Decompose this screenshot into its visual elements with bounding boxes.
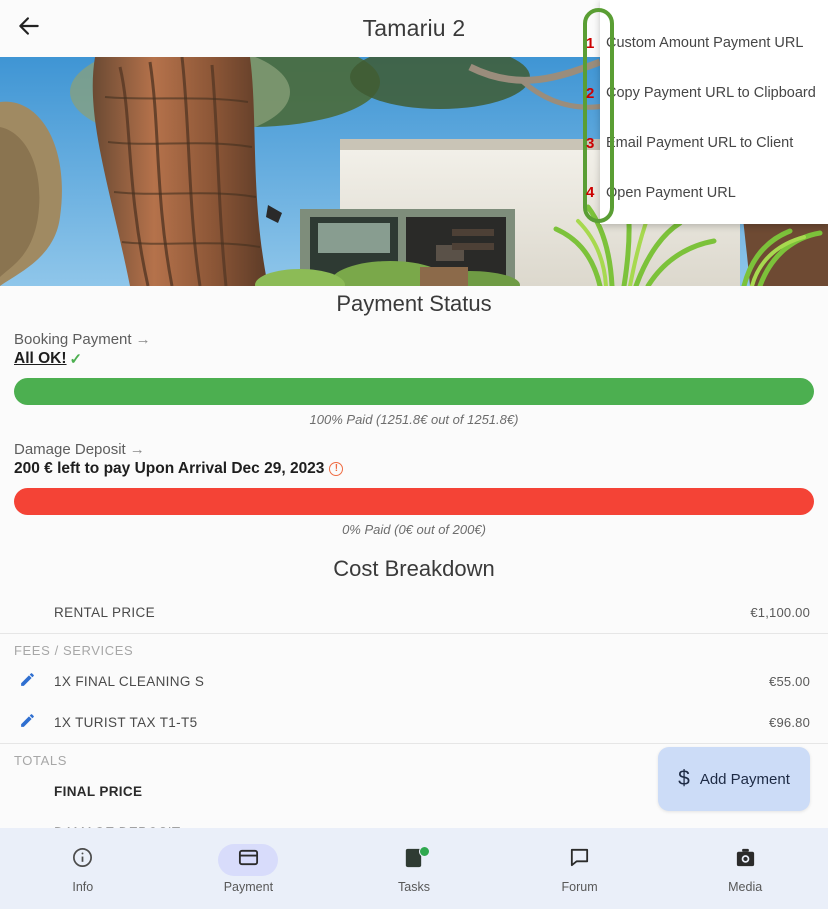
add-payment-button[interactable]: $ Add Payment (658, 747, 810, 811)
dollar-icon: $ (678, 767, 690, 790)
nav-icon-wrap (218, 843, 279, 876)
edit-fee-button[interactable] (0, 671, 54, 693)
nav-label: Payment (223, 879, 274, 894)
damage-deposit-progress-bar (14, 488, 814, 515)
menu-item-copy-payment-url[interactable]: Copy Payment URL to Clipboard (600, 68, 828, 118)
alert-circle-icon[interactable]: ! (329, 462, 344, 476)
annotation-number-3: 3 (586, 135, 595, 152)
nav-label: Info (72, 879, 94, 894)
damage-deposit-status-row: 200 € left to pay Upon Arrival Dec 29, 2… (14, 460, 814, 478)
menu-item-label: Email Payment URL to Client (606, 135, 794, 151)
cost-row-value: €1,100.00 (750, 605, 810, 620)
payment-url-menu[interactable]: Custom Amount Payment URL Copy Payment U… (600, 0, 828, 224)
edit-fee-button[interactable] (0, 712, 54, 734)
table-row[interactable]: 1X FINAL CLEANING S €55.00 (0, 661, 828, 702)
menu-item-open-payment-url[interactable]: Open Payment URL (600, 168, 828, 218)
annotation-number-2: 2 (586, 85, 595, 102)
cost-row-name: 1X TURIST TAX T1-T5 (54, 715, 198, 730)
damage-deposit-status: 200 € left to pay Upon Arrival Dec 29, 2… (14, 460, 325, 477)
menu-item-custom-amount-payment-url[interactable]: Custom Amount Payment URL (600, 18, 828, 68)
nav-label: Media (728, 879, 763, 894)
check-icon: ✓ (69, 351, 83, 368)
nav-icon-wrap (384, 844, 444, 876)
annotation-number-4: 4 (586, 184, 595, 201)
fees-services-header: FEES / SERVICES (14, 643, 134, 658)
menu-item-label: Custom Amount Payment URL (606, 35, 804, 51)
cost-row-value: €96.80 (769, 715, 810, 730)
menu-item-label: Open Payment URL (606, 185, 736, 201)
tasks-badge (418, 845, 430, 857)
credit-card-icon (237, 846, 260, 874)
cost-row-name: RENTAL PRICE (54, 605, 155, 620)
annotation-number-1: 1 (586, 35, 595, 52)
app-root: Tamariu 2 Custom Amount Payment URL Copy… (0, 0, 828, 909)
nav-label: Forum (561, 879, 598, 894)
nav-item-forum[interactable]: Forum (497, 828, 663, 909)
damage-deposit-label: Damage Deposit (14, 441, 126, 458)
booking-payment-caption: 100% Paid (1251.8€ out of 1251.8€) (309, 412, 519, 427)
cost-breakdown-table: RENTAL PRICE €1,100.00 FEES / SERVICES 1… (0, 592, 828, 853)
booking-payment-label-row[interactable]: Booking Payment → (14, 331, 814, 348)
nav-item-tasks[interactable]: Tasks (331, 828, 497, 909)
add-payment-label: Add Payment (699, 770, 790, 788)
nav-icon-wrap (715, 844, 775, 876)
cost-row-name: 1X FINAL CLEANING S (54, 674, 205, 689)
nav-item-payment[interactable]: Payment (166, 828, 332, 909)
pencil-icon (19, 671, 36, 693)
menu-item-label: Copy Payment URL to Clipboard (606, 85, 816, 101)
damage-deposit-block: Damage Deposit → 200 € left to pay Upon … (0, 441, 828, 537)
booking-payment-block: Booking Payment → All OK! ✓ 100% Paid (1… (0, 331, 828, 427)
booking-payment-status: All OK! (14, 350, 67, 367)
nav-icon-wrap (53, 844, 113, 876)
damage-deposit-caption: 0% Paid (0€ out of 200€) (342, 522, 486, 537)
cost-row-value: €55.00 (769, 674, 810, 689)
cost-breakdown-title: Cost Breakdown (333, 556, 495, 581)
table-row[interactable]: 1X TURIST TAX T1-T5 €96.80 (0, 702, 828, 743)
info-circle-icon (71, 846, 94, 874)
menu-item-email-payment-url[interactable]: Email Payment URL to Client (600, 118, 828, 168)
booking-payment-progress-bar (14, 378, 814, 405)
chat-bubble-icon (568, 846, 591, 874)
nav-label: Tasks (398, 879, 430, 894)
camera-icon (734, 846, 757, 874)
bottom-navigation: Info Payment Tasks Forum Media (0, 828, 828, 909)
nav-item-media[interactable]: Media (662, 828, 828, 909)
arrow-right-icon: → (135, 331, 151, 348)
arrow-right-icon: → (129, 441, 145, 458)
damage-deposit-label-row[interactable]: Damage Deposit → (14, 441, 814, 458)
nav-icon-wrap (550, 844, 610, 876)
payment-status-title: Payment Status (336, 291, 492, 316)
booking-payment-label: Booking Payment (14, 331, 132, 348)
table-row[interactable]: RENTAL PRICE €1,100.00 (0, 592, 828, 633)
pencil-icon (19, 712, 36, 734)
payment-content: Payment Status Booking Payment → All OK!… (0, 286, 828, 909)
booking-payment-status-row: All OK! ✓ (14, 350, 814, 368)
nav-item-info[interactable]: Info (0, 828, 166, 909)
